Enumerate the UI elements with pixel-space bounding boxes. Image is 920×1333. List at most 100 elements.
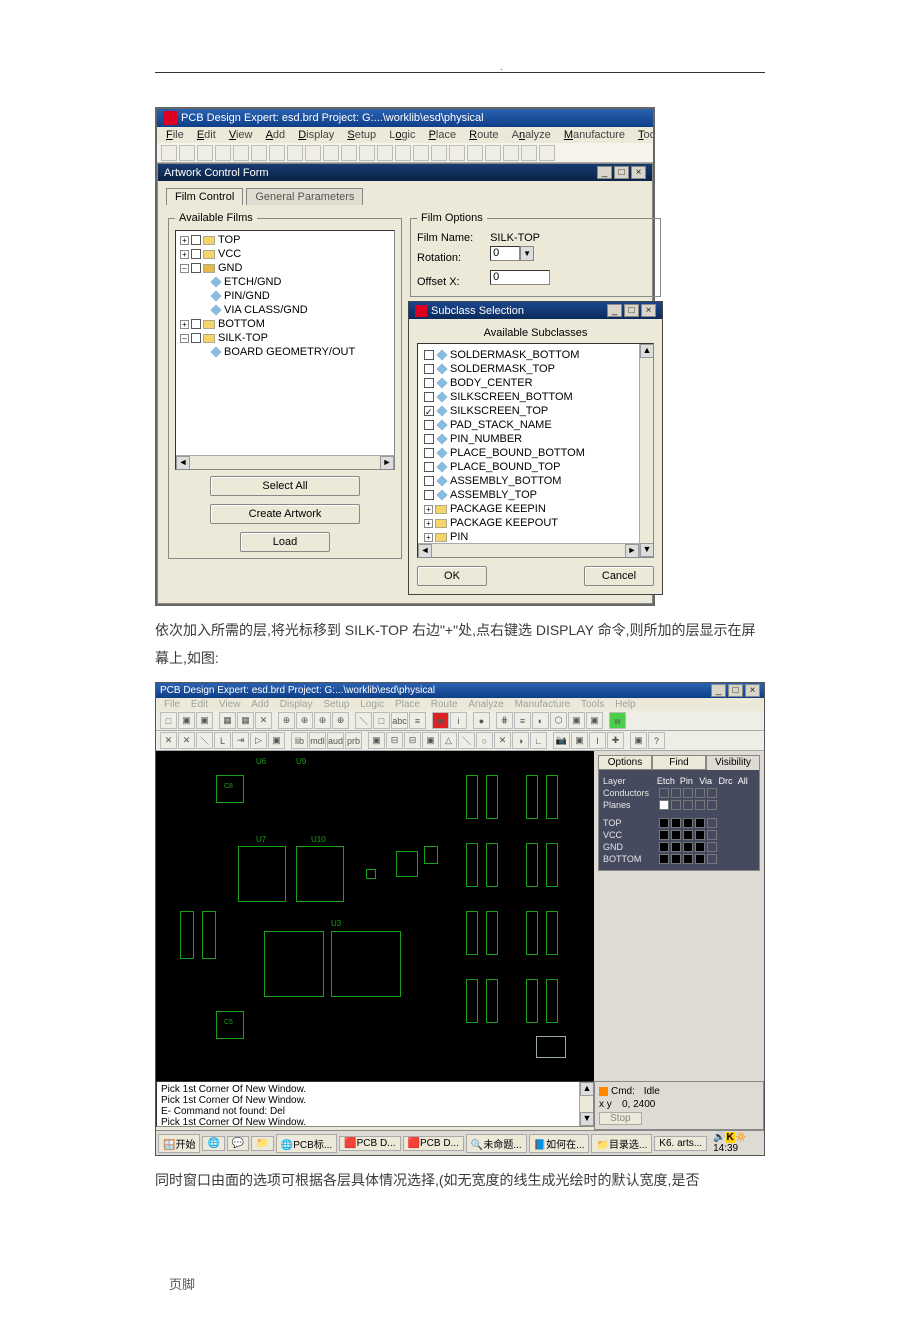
vis-checkbox[interactable] bbox=[707, 842, 717, 852]
toolbar-button[interactable] bbox=[413, 145, 429, 161]
select-all-button[interactable]: Select All bbox=[210, 476, 360, 496]
toolbar-button[interactable]: ⊕ bbox=[314, 712, 331, 729]
toolbar-button[interactable]: ▦ bbox=[219, 712, 236, 729]
menu-edit[interactable]: Edit bbox=[192, 129, 221, 141]
main-menubar[interactable]: File Edit View Add Display Setup Logic P… bbox=[157, 127, 653, 143]
close-icon[interactable]: × bbox=[745, 684, 760, 697]
vis-checkbox[interactable] bbox=[671, 800, 681, 810]
films-tree[interactable]: +TOP +VCC –GND ETCH/GND PIN/GND VIA CLAS… bbox=[175, 230, 395, 470]
toolbar-button[interactable] bbox=[431, 145, 447, 161]
vis-checkbox[interactable] bbox=[659, 818, 669, 828]
sub-soldermask-bottom[interactable]: SOLDERMASK_BOTTOM bbox=[450, 349, 579, 361]
toolbar-button[interactable]: 📷 bbox=[553, 732, 570, 749]
minimize-icon[interactable]: _ bbox=[711, 684, 726, 697]
vis-checkbox[interactable] bbox=[671, 818, 681, 828]
toolbar-button[interactable]: ▣ bbox=[568, 712, 585, 729]
toolbar-button[interactable] bbox=[395, 145, 411, 161]
vis-checkbox[interactable] bbox=[695, 818, 705, 828]
quick-launch-icon[interactable]: 📁 bbox=[251, 1136, 273, 1151]
tree-pin-gnd[interactable]: PIN/GND bbox=[224, 290, 270, 302]
vis-checkbox[interactable] bbox=[671, 854, 681, 864]
vis-checkbox[interactable] bbox=[695, 830, 705, 840]
toolbar-button[interactable]: ▣ bbox=[368, 732, 385, 749]
menu-tools[interactable]: Tools bbox=[633, 129, 653, 141]
toolbar-button[interactable]: ◑ bbox=[512, 732, 529, 749]
minimize-icon[interactable]: _ bbox=[597, 166, 612, 179]
sub-silkscreen-bottom[interactable]: SILKSCREEN_BOTTOM bbox=[450, 391, 573, 403]
maximize-icon[interactable]: □ bbox=[614, 166, 629, 179]
menu-route[interactable]: Route bbox=[427, 699, 462, 710]
vis-checkbox[interactable] bbox=[683, 830, 693, 840]
toolbar-button[interactable] bbox=[341, 145, 357, 161]
editor-menubar[interactable]: File Edit View Add Display Setup Logic P… bbox=[156, 698, 764, 711]
toolbar-button[interactable]: ✚ bbox=[607, 732, 624, 749]
menu-logic[interactable]: Logic bbox=[384, 129, 420, 141]
tab-film-control[interactable]: Film Control bbox=[166, 188, 243, 205]
menu-setup[interactable]: Setup bbox=[319, 699, 353, 710]
toolbar-button[interactable]: ▣ bbox=[196, 712, 213, 729]
toolbar-button[interactable]: ≡ bbox=[409, 712, 426, 729]
toolbar-button[interactable]: ○ bbox=[476, 732, 493, 749]
menu-place[interactable]: Place bbox=[391, 699, 424, 710]
toolbar-button[interactable] bbox=[467, 145, 483, 161]
menu-help[interactable]: Help bbox=[611, 699, 640, 710]
vis-checkbox[interactable] bbox=[683, 788, 693, 798]
close-icon[interactable]: × bbox=[641, 304, 656, 317]
vis-checkbox[interactable] bbox=[695, 788, 705, 798]
vis-checkbox[interactable] bbox=[671, 842, 681, 852]
sub-assembly-top[interactable]: ASSEMBLY_TOP bbox=[450, 489, 537, 501]
toolbar-button[interactable]: ▣ bbox=[586, 712, 603, 729]
menu-route[interactable]: Route bbox=[464, 129, 503, 141]
quick-launch-icon[interactable]: 💬 bbox=[227, 1136, 249, 1151]
toolbar-button[interactable]: ＼ bbox=[196, 732, 213, 749]
vis-checkbox[interactable] bbox=[707, 854, 717, 864]
toolbar-button[interactable]: ⊟ bbox=[404, 732, 421, 749]
taskbar-item[interactable]: 🟥PCB D... bbox=[403, 1136, 464, 1151]
vis-checkbox[interactable] bbox=[695, 854, 705, 864]
menu-file[interactable]: File bbox=[161, 129, 189, 141]
sub-assembly-bottom[interactable]: ASSEMBLY_BOTTOM bbox=[450, 475, 561, 487]
menu-tools[interactable]: Tools bbox=[577, 699, 608, 710]
vis-checkbox[interactable] bbox=[695, 842, 705, 852]
tree-h-scrollbar[interactable]: ◄ ► bbox=[176, 455, 394, 469]
menu-place[interactable]: Place bbox=[424, 129, 462, 141]
close-icon[interactable]: × bbox=[631, 166, 646, 179]
toolbar-button[interactable]: ▷ bbox=[250, 732, 267, 749]
tree-silktop[interactable]: SILK-TOP bbox=[218, 332, 268, 344]
sub-place-bound-top[interactable]: PLACE_BOUND_TOP bbox=[450, 461, 560, 473]
toolbar-button[interactable]: aud bbox=[327, 732, 344, 749]
command-log[interactable]: Pick 1st Corner Of New Window. Pick 1st … bbox=[156, 1081, 594, 1127]
sub-soldermask-top[interactable]: SOLDERMASK_TOP bbox=[450, 363, 555, 375]
vis-checkbox[interactable] bbox=[707, 800, 717, 810]
menu-add[interactable]: Add bbox=[247, 699, 273, 710]
toolbar-button[interactable] bbox=[503, 145, 519, 161]
vis-checkbox[interactable] bbox=[707, 818, 717, 828]
tree-etch-gnd[interactable]: ETCH/GND bbox=[224, 276, 281, 288]
toolbar-button[interactable] bbox=[161, 145, 177, 161]
vis-checkbox[interactable] bbox=[707, 788, 717, 798]
tab-visibility[interactable]: Visibility bbox=[706, 755, 760, 770]
tree-viaclass-gnd[interactable]: VIA CLASS/GND bbox=[224, 304, 308, 316]
vis-checkbox[interactable] bbox=[659, 842, 669, 852]
sub-package-keepin[interactable]: PACKAGE KEEPIN bbox=[450, 503, 546, 515]
tree-bottom[interactable]: BOTTOM bbox=[218, 318, 265, 330]
toolbar-button[interactable]: ▣ bbox=[422, 732, 439, 749]
vis-checkbox[interactable] bbox=[671, 788, 681, 798]
taskbar-item[interactable]: 🌐PCB标... bbox=[276, 1134, 337, 1153]
toolbar-button[interactable] bbox=[521, 145, 537, 161]
vis-checkbox[interactable] bbox=[683, 800, 693, 810]
vis-checkbox[interactable] bbox=[683, 818, 693, 828]
sub-package-keepout[interactable]: PACKAGE KEEPOUT bbox=[450, 517, 558, 529]
tree-vcc[interactable]: VCC bbox=[218, 248, 241, 260]
toolbar-button[interactable]: mdl bbox=[309, 732, 326, 749]
scroll-up-icon[interactable]: ▲ bbox=[580, 1082, 594, 1096]
taskbar-item[interactable]: 📘如何在... bbox=[529, 1134, 590, 1153]
taskbar-item[interactable]: K6. arts... bbox=[654, 1136, 707, 1151]
taskbar-item[interactable]: 📁目录选... bbox=[591, 1134, 652, 1153]
tab-find[interactable]: Find bbox=[652, 755, 706, 770]
create-artwork-button[interactable]: Create Artwork bbox=[210, 504, 360, 524]
sub-pin-number[interactable]: PIN_NUMBER bbox=[450, 433, 522, 445]
toolbar-button[interactable]: ✕ bbox=[160, 732, 177, 749]
toolbar-button[interactable]: i bbox=[450, 712, 467, 729]
menu-logic[interactable]: Logic bbox=[356, 699, 388, 710]
